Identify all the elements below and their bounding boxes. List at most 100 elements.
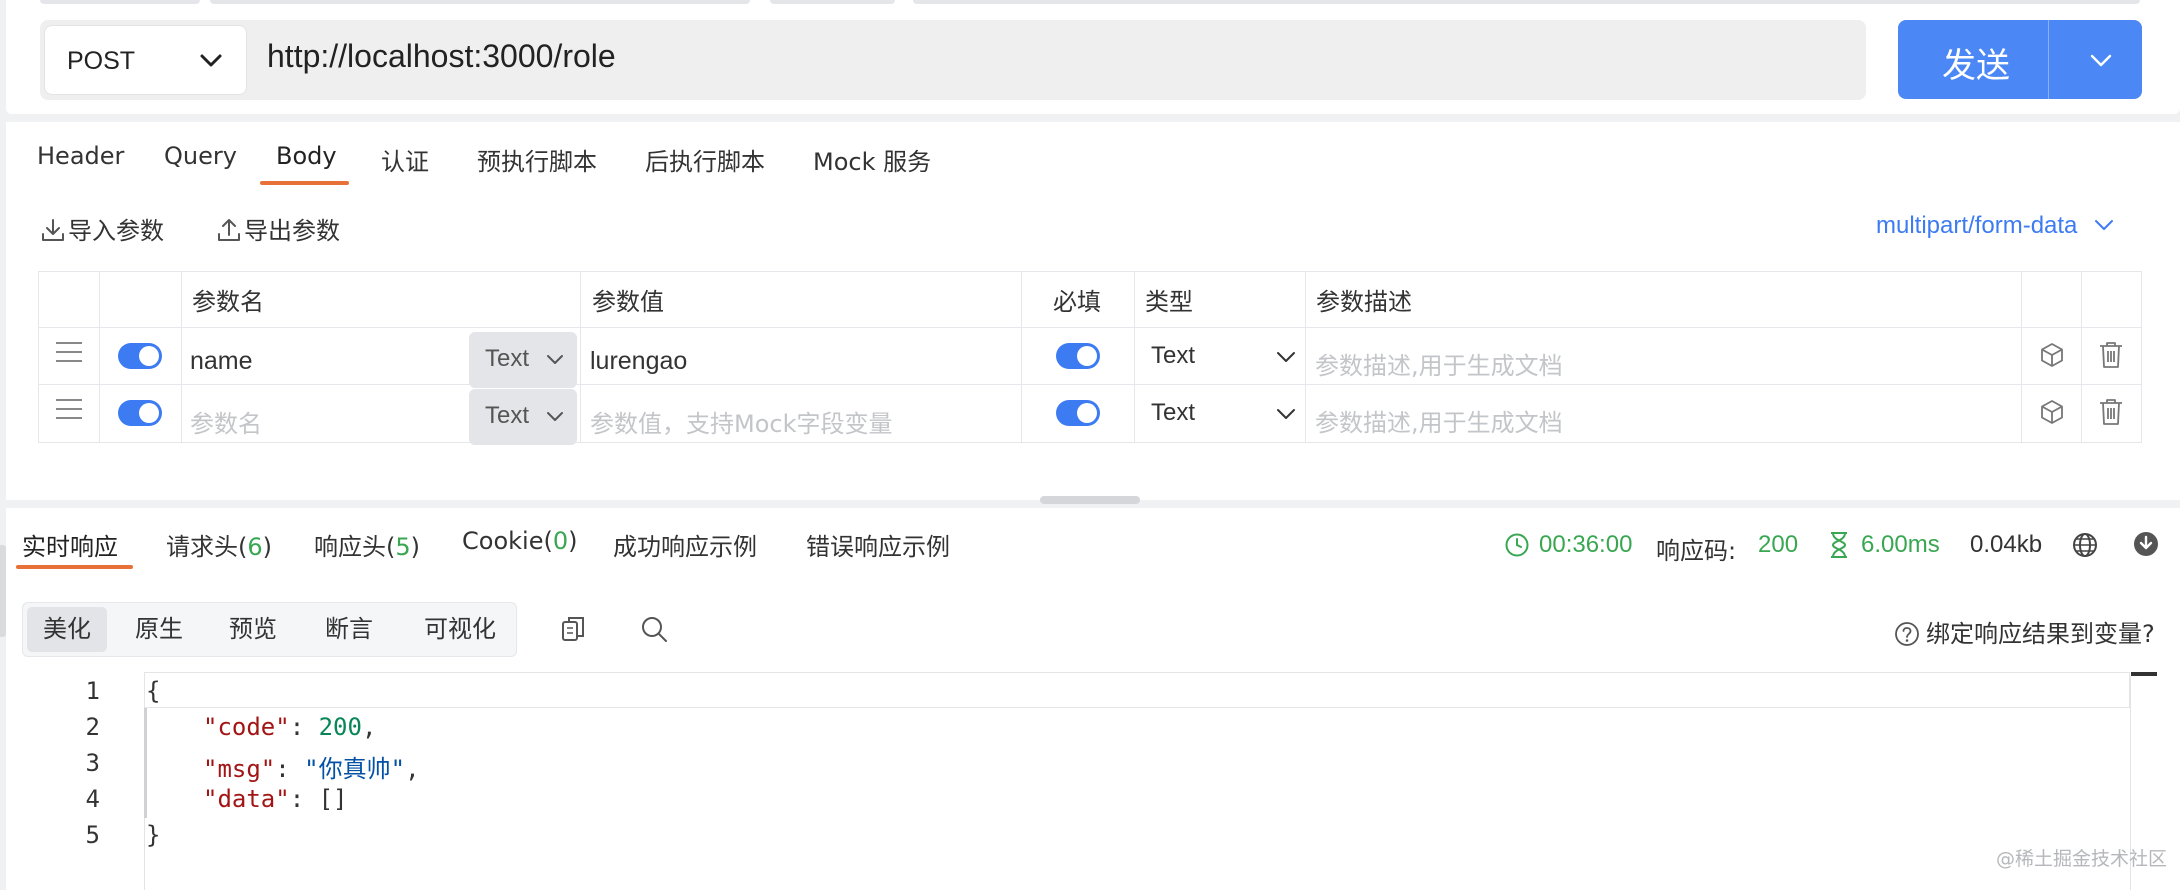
name-type-label: Text (485, 345, 530, 372)
upload-icon (218, 219, 240, 241)
watermark: @稀土掘金技术社区 (1996, 848, 2168, 870)
param-value-input[interactable]: lurengao (590, 347, 687, 376)
active-tab-indicator (260, 181, 349, 185)
view-mode-segment: 美化 原生 预览 断言 可视化 (22, 602, 517, 657)
tab-error-example[interactable]: 错误响应示例 (806, 527, 950, 562)
params-table: 参数名 参数值 必填 类型 参数描述 name Text lurengao Te… (38, 271, 2142, 445)
chevron-down-icon (547, 355, 563, 364)
drag-handle-icon[interactable] (55, 341, 83, 363)
view-mode-preview[interactable]: 预览 (213, 607, 293, 652)
chevron-down-icon (1277, 409, 1295, 419)
row-divider (39, 384, 2141, 385)
code-line: "msg": "你真帅", (203, 755, 420, 783)
required-toggle[interactable] (1056, 400, 1100, 426)
download-icon (42, 219, 64, 241)
type-select-label: Text (1151, 342, 1196, 369)
tab-body[interactable]: Body (276, 142, 337, 170)
tab-header[interactable]: Header (37, 142, 124, 170)
tab-pre-script[interactable]: 预执行脚本 (477, 142, 597, 177)
content-type-select[interactable]: multipart/form-data (1876, 212, 2116, 240)
header-param-name: 参数名 (192, 288, 264, 316)
tab-query[interactable]: Query (164, 142, 237, 170)
tab-label-suffix: ) (568, 527, 578, 555)
import-params-button[interactable]: 导入参数 (40, 211, 164, 246)
type-select[interactable]: Text (1151, 342, 1297, 372)
cube-icon[interactable] (2038, 341, 2066, 369)
cube-icon[interactable] (2038, 398, 2066, 426)
tab-request-headers[interactable]: 请求头(6) (166, 527, 272, 562)
json-number: 200 (318, 713, 362, 741)
chevron-down-icon[interactable] (2086, 46, 2116, 74)
code-line: { (146, 677, 160, 705)
top-tab-strip (210, 0, 750, 4)
left-scroll-handle[interactable] (0, 545, 6, 637)
view-mode-assert[interactable]: 断言 (309, 607, 389, 652)
tab-label-suffix: ) (410, 533, 421, 561)
line-number: 4 (85, 785, 100, 813)
send-button[interactable]: 发送 (1898, 20, 2142, 99)
count-badge: 6 (247, 533, 263, 561)
param-description-input[interactable]: 参数描述,用于生成文档 (1315, 346, 1563, 381)
tab-response-headers[interactable]: 响应头(5) (314, 527, 420, 562)
globe-icon[interactable] (2071, 531, 2099, 559)
column-divider (2081, 272, 2082, 442)
column-divider (1134, 272, 1135, 442)
chevron-down-icon (547, 412, 563, 421)
response-size: 0.04kb (1970, 531, 2043, 558)
view-mode-pretty[interactable]: 美化 (27, 607, 107, 652)
bind-response-label: 绑定响应结果到变量? (1926, 620, 2155, 648)
top-tab-strip (40, 0, 200, 4)
tab-success-example[interactable]: 成功响应示例 (613, 527, 757, 562)
column-divider (1021, 272, 1022, 442)
export-params-button[interactable]: 导出参数 (216, 211, 340, 246)
json-key: "data" (203, 785, 290, 813)
type-select[interactable]: Text (1151, 399, 1297, 429)
name-type-select[interactable]: Text (469, 332, 577, 388)
trash-icon[interactable] (2097, 340, 2125, 370)
column-divider (580, 272, 581, 442)
type-select-label: Text (1151, 399, 1196, 426)
tab-realtime-response[interactable]: 实时响应 (22, 527, 118, 562)
editor-scroll-thumb[interactable] (2131, 672, 2157, 676)
drag-handle-icon[interactable] (55, 398, 83, 420)
copy-icon[interactable] (560, 615, 586, 643)
param-description-input[interactable]: 参数描述,用于生成文档 (1315, 403, 1563, 438)
row-enabled-toggle[interactable] (118, 400, 162, 426)
bind-response-to-variable[interactable]: 绑定响应结果到变量? (1894, 614, 2155, 649)
method-select[interactable]: POST (44, 25, 247, 95)
param-name-input[interactable]: 参数名 (190, 404, 262, 439)
view-mode-visualize[interactable]: 可视化 (415, 607, 505, 652)
tab-label: 响应头( (314, 533, 396, 561)
tab-post-script[interactable]: 后执行脚本 (645, 142, 765, 177)
download-circle-icon[interactable] (2132, 530, 2160, 558)
header-required: 必填 (1053, 288, 1101, 316)
top-tab-strip (770, 0, 895, 4)
view-mode-raw[interactable]: 原生 (119, 607, 199, 652)
row-divider (39, 327, 2141, 328)
line-number: 5 (85, 821, 100, 849)
code-line: "code": 200, (203, 713, 377, 741)
url-input[interactable]: http://localhost:3000/role (267, 38, 616, 75)
tab-auth[interactable]: 认证 (381, 142, 429, 177)
param-value-input[interactable]: 参数值，支持Mock字段变量 (590, 404, 892, 439)
tab-mock-service[interactable]: Mock 服务 (813, 142, 931, 177)
required-toggle[interactable] (1056, 343, 1100, 369)
json-string: "你真帅" (304, 755, 406, 783)
name-type-select[interactable]: Text (469, 389, 577, 445)
send-button-divider (2048, 20, 2049, 99)
search-icon[interactable] (640, 615, 668, 643)
code-line: "data": [] (203, 785, 348, 813)
count-badge: 0 (552, 527, 569, 555)
top-tab-strip (913, 0, 2140, 4)
row-enabled-toggle[interactable] (118, 343, 162, 369)
panel-resize-handle[interactable] (1040, 496, 1140, 504)
header-param-value: 参数值 (592, 288, 664, 316)
tab-cookie[interactable]: Cookie(0) (462, 527, 577, 555)
trash-icon[interactable] (2097, 397, 2125, 427)
param-name-input[interactable]: name (190, 347, 253, 376)
import-params-label: 导入参数 (68, 217, 164, 245)
column-divider (1305, 272, 1306, 442)
line-number: 1 (85, 677, 100, 705)
content-type-label: multipart/form-data (1876, 212, 2078, 239)
method-label: POST (67, 47, 136, 75)
